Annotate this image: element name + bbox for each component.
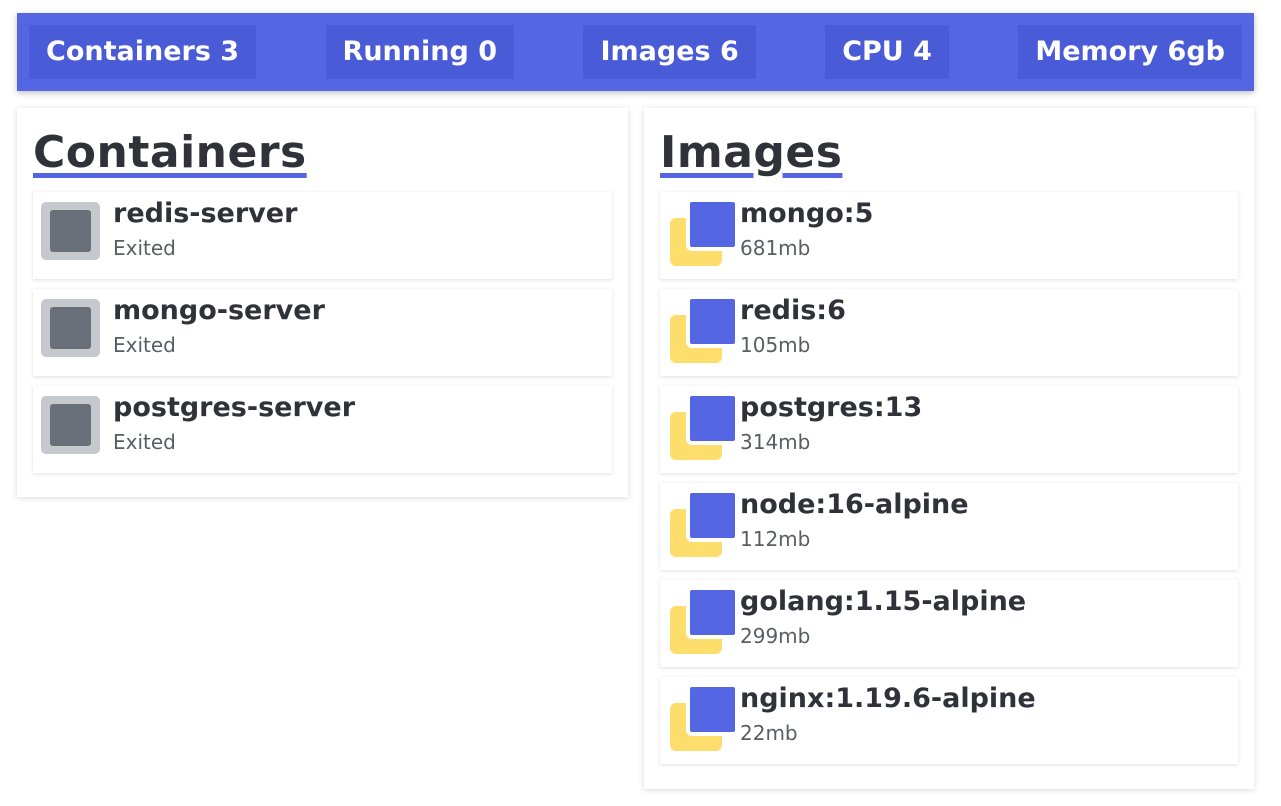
stat-containers: Containers 3: [29, 25, 257, 79]
image-item[interactable]: postgres:13 314mb: [660, 386, 1238, 473]
image-name: node:16-alpine: [740, 489, 969, 520]
image-item[interactable]: nginx:1.19.6-alpine 22mb: [660, 677, 1238, 764]
image-layers-icon: [670, 683, 740, 753]
image-item[interactable]: mongo:5 681mb: [660, 192, 1238, 279]
stat-running: Running 0: [325, 25, 514, 79]
image-item[interactable]: golang:1.15-alpine 299mb: [660, 580, 1238, 667]
image-name: redis:6: [740, 295, 846, 326]
container-item[interactable]: mongo-server Exited: [33, 289, 612, 376]
stat-images: Images 6: [583, 25, 756, 79]
container-status: Exited: [113, 236, 176, 260]
images-list: mongo:5 681mb redis:6 105mb postgres:13 …: [660, 192, 1238, 774]
image-layers-icon: [670, 489, 740, 559]
containers-title: Containers: [33, 127, 307, 178]
image-name: postgres:13: [740, 392, 923, 423]
image-size: 112mb: [740, 527, 811, 551]
stat-cpu: CPU 4: [825, 25, 949, 79]
image-size: 314mb: [740, 430, 811, 454]
container-stopped-icon: [41, 299, 100, 357]
container-item[interactable]: postgres-server Exited: [33, 386, 612, 473]
containers-panel: Containers redis-server Exited mongo-ser…: [17, 108, 628, 497]
container-name: mongo-server: [113, 295, 325, 326]
image-layers-icon: [670, 295, 740, 365]
image-layers-icon: [670, 586, 740, 656]
image-size: 105mb: [740, 333, 811, 357]
image-item[interactable]: redis:6 105mb: [660, 289, 1238, 376]
containers-list: redis-server Exited mongo-server Exited …: [33, 192, 612, 483]
container-item[interactable]: redis-server Exited: [33, 192, 612, 279]
image-name: nginx:1.19.6-alpine: [740, 683, 1036, 714]
image-layers-icon: [670, 198, 740, 268]
container-status: Exited: [113, 430, 176, 454]
image-item[interactable]: node:16-alpine 112mb: [660, 483, 1238, 570]
image-size: 22mb: [740, 721, 798, 745]
container-status: Exited: [113, 333, 176, 357]
image-size: 299mb: [740, 624, 811, 648]
container-stopped-icon: [41, 396, 100, 454]
images-panel: Images mongo:5 681mb redis:6 105mb postg…: [644, 108, 1254, 789]
container-stopped-icon: [41, 202, 100, 260]
stats-bar: Containers 3 Running 0 Images 6 CPU 4 Me…: [17, 13, 1254, 91]
image-name: golang:1.15-alpine: [740, 586, 1027, 617]
image-size: 681mb: [740, 236, 811, 260]
stat-memory: Memory 6gb: [1018, 25, 1242, 79]
container-name: postgres-server: [113, 392, 356, 423]
container-name: redis-server: [113, 198, 298, 229]
image-layers-icon: [670, 392, 740, 462]
image-name: mongo:5: [740, 198, 874, 229]
images-title: Images: [660, 127, 843, 178]
